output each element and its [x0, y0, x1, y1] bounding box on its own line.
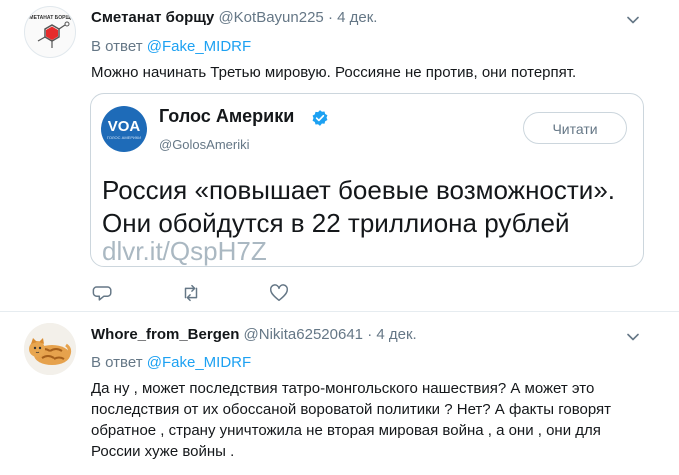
reply-prefix: В ответ [91, 38, 147, 55]
avatar-text: МЕТАНАТ БОРЩ [29, 15, 71, 21]
tweet-1[interactable]: МЕТАНАТ БОРЩ Сметанат борщу @KotBayun225… [0, 0, 679, 312]
separator: · [367, 326, 373, 343]
separator: · [327, 9, 333, 26]
reply-icon[interactable] [92, 282, 114, 304]
user-avatar[interactable] [24, 323, 76, 375]
tweet-text: Можно начинать Третью мировую. Россияне … [91, 64, 577, 81]
user-handle[interactable]: @Nikita62520641 [244, 326, 363, 343]
chevron-down-icon[interactable] [625, 12, 641, 28]
tweet-date[interactable]: 4 дек. [376, 326, 416, 343]
tweet-text: Да ну , может последствия татро-монгольс… [91, 380, 611, 460]
voa-logo[interactable]: VOA ГОЛОС АМЕРИКИ [101, 106, 147, 152]
quoted-display-name[interactable]: Голос Америки [159, 106, 294, 127]
reply-context: В ответ @Fake_MIDRF [91, 354, 251, 371]
cat-avatar [24, 323, 76, 375]
reply-mention-link[interactable]: @Fake_MIDRF [147, 38, 251, 55]
verified-badge-icon [312, 110, 328, 126]
chevron-down-icon[interactable] [625, 329, 641, 345]
tweet-header: Whore_from_Bergen @Nikita62520641 · 4 де… [91, 326, 417, 343]
quoted-tweet-card[interactable]: VOA ГОЛОС АМЕРИКИ Голос Америки @GolosAm… [90, 93, 644, 267]
reply-prefix: В ответ [91, 354, 147, 371]
like-icon[interactable] [268, 282, 290, 304]
chemistry-logo-avatar: МЕТАНАТ БОРЩ [29, 15, 71, 48]
display-name[interactable]: Whore_from_Bergen [91, 326, 239, 343]
tweet-date[interactable]: 4 дек. [337, 9, 377, 26]
quoted-body-line-1: Россия «повышает боевые возможности». [102, 175, 616, 205]
quoted-tweet-link[interactable]: dlvr.it/QspH7Z [102, 237, 267, 265]
follow-button[interactable]: Читати [523, 112, 627, 144]
voa-logo-text: VOA [107, 118, 141, 135]
user-avatar[interactable]: МЕТАНАТ БОРЩ [24, 6, 76, 58]
display-name[interactable]: Сметанат борщу [91, 9, 214, 26]
tweet-header: Сметанат борщу @KotBayun225 · 4 дек. [91, 9, 377, 26]
reply-context: В ответ @Fake_MIDRF [91, 38, 251, 55]
tweet-2[interactable]: Whore_from_Bergen @Nikita62520641 · 4 де… [0, 312, 679, 475]
quoted-tweet-body: Россия «повышает боевые возможности». Он… [102, 174, 615, 240]
retweet-icon[interactable] [180, 282, 202, 304]
reply-mention-link[interactable]: @Fake_MIDRF [147, 354, 251, 371]
quoted-user-handle[interactable]: @GolosAmeriki [159, 137, 250, 152]
user-handle[interactable]: @KotBayun225 [218, 9, 323, 26]
voa-logo-subtext: ГОЛОС АМЕРИКИ [106, 135, 142, 140]
